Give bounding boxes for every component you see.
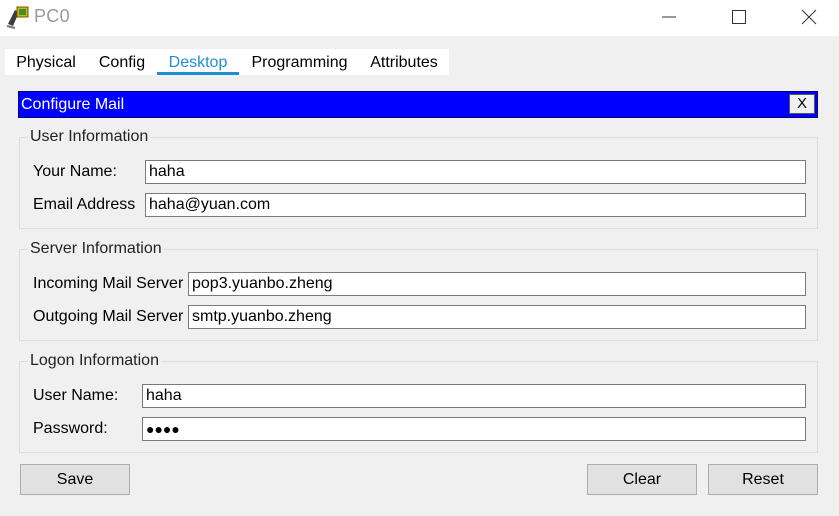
- desktop-content: Configure Mail X User Information Your N…: [0, 76, 839, 516]
- configure-mail-title: Configure Mail: [21, 96, 125, 113]
- tab-attributes[interactable]: Attributes: [362, 53, 446, 75]
- tab-physical[interactable]: Physical: [8, 53, 84, 75]
- server-information-legend: Server Information: [28, 240, 164, 258]
- window-title: PC0: [34, 6, 70, 26]
- title-bar: PC0: [0, 0, 839, 36]
- window-close-button[interactable]: [786, 0, 832, 32]
- server-information-group: Server Information Incoming Mail Server …: [19, 240, 818, 341]
- active-tab-indicator: [157, 72, 239, 75]
- logon-information-group: Logon Information User Name: haha Passwo…: [19, 352, 818, 453]
- configure-mail-close-button[interactable]: X: [789, 94, 815, 114]
- password-input[interactable]: ●●●●: [142, 417, 806, 441]
- your-name-label: Your Name:: [33, 163, 117, 180]
- tab-config[interactable]: Config: [92, 53, 152, 75]
- clear-button[interactable]: Clear: [587, 464, 697, 495]
- user-information-group: User Information Your Name: haha Email A…: [19, 128, 818, 229]
- close-icon: [801, 9, 817, 25]
- incoming-mail-server-label: Incoming Mail Server: [33, 275, 184, 292]
- tab-strip: Physical Config Desktop Programming Attr…: [0, 36, 839, 76]
- packet-tracer-pc-icon: [5, 4, 31, 30]
- reset-button[interactable]: Reset: [708, 464, 818, 495]
- outgoing-mail-server-label: Outgoing Mail Server: [33, 308, 184, 325]
- email-address-label: Email Address: [33, 196, 136, 213]
- user-information-legend: User Information: [28, 128, 151, 146]
- save-button[interactable]: Save: [20, 464, 130, 495]
- maximize-icon: [732, 10, 746, 24]
- tab-programming[interactable]: Programming: [246, 53, 353, 75]
- incoming-mail-server-input[interactable]: pop3.yuanbo.zheng: [188, 272, 806, 296]
- user-name-label: User Name:: [33, 387, 119, 404]
- outgoing-mail-server-input[interactable]: smtp.yuanbo.zheng: [188, 305, 806, 329]
- user-name-input[interactable]: haha: [142, 384, 806, 408]
- logon-information-legend: Logon Information: [28, 352, 161, 370]
- your-name-input[interactable]: haha: [145, 160, 806, 184]
- maximize-button[interactable]: [716, 0, 762, 32]
- minimize-icon: [662, 16, 676, 18]
- password-label: Password:: [33, 420, 108, 437]
- minimize-button[interactable]: [646, 0, 692, 32]
- configure-mail-header: Configure Mail X: [18, 91, 818, 118]
- email-address-input[interactable]: haha@yuan.com: [145, 193, 806, 217]
